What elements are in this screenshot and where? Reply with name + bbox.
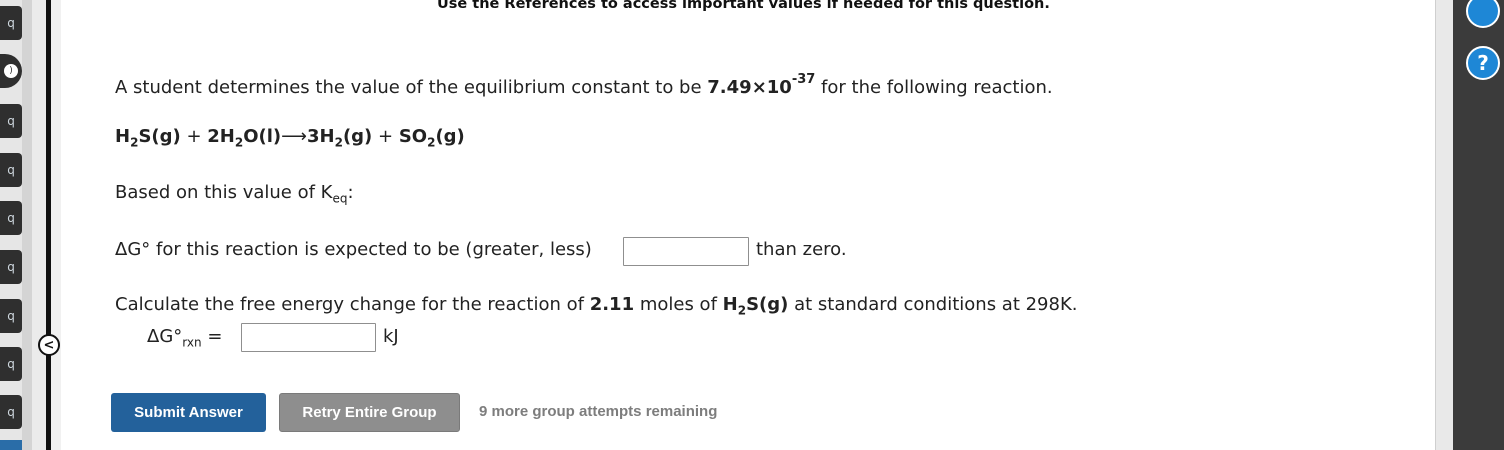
dg-rxn-input[interactable]	[241, 323, 376, 352]
question-tab-label: q	[7, 114, 15, 128]
dg-label: ΔG°	[147, 326, 183, 347]
question-tab-4[interactable]: q	[0, 153, 22, 187]
panel-gutter	[51, 0, 61, 450]
question-tab-5[interactable]: q	[0, 201, 22, 235]
reactant-2: 2H	[207, 126, 235, 147]
keq-sub: eq	[332, 191, 348, 206]
keq-prefix: Based on this value of K	[115, 182, 333, 203]
plus-sign: +	[180, 126, 208, 147]
question-tab-label: q	[7, 211, 15, 225]
question-tab-3[interactable]: q	[0, 104, 22, 138]
intro-prefix: A student determines the value of the eq…	[115, 77, 708, 98]
calc-prompt: Calculate the free energy change for the…	[115, 294, 1077, 318]
reactant-2-rest: O(l)	[243, 126, 282, 147]
rail-shadow	[22, 0, 32, 450]
product-2-rest: (g)	[435, 126, 465, 147]
product-1-sub: 2	[334, 135, 343, 150]
reaction-equation: H2S(g) + 2H2O(l)⟶3H2(g) + SO2(g)	[115, 126, 465, 150]
reactant-1: H	[115, 126, 131, 147]
equals-sign: =	[201, 326, 223, 347]
intro-suffix: for the following reaction.	[815, 77, 1053, 98]
calc-species-base: H	[722, 294, 738, 315]
submit-answer-button[interactable]: Submit Answer	[111, 393, 266, 432]
question-panel	[61, 0, 1435, 450]
question-tab-9[interactable]: q	[0, 395, 22, 429]
calc-mid: moles of	[634, 294, 723, 315]
calc-species-rest: S(g)	[746, 294, 789, 315]
question-tab-label: q	[7, 309, 15, 323]
help-glyph: ?	[1477, 51, 1489, 75]
attempts-remaining: 9 more group attempts remaining	[479, 403, 718, 420]
reaction-arrow: ⟶	[281, 126, 307, 147]
dg-label-sub: rxn	[182, 335, 202, 350]
k-mantissa: 7.49×10	[707, 77, 792, 98]
question-tab-label: )	[4, 64, 18, 78]
calc-moles: 2.11	[589, 294, 635, 315]
chevron-left-icon: <	[43, 337, 55, 353]
question-tab-label: q	[7, 357, 15, 371]
collapse-sidebar-button[interactable]: <	[38, 334, 60, 356]
help-icon[interactable]: ?	[1466, 46, 1500, 80]
reactant-1-rest: S(g)	[138, 126, 181, 147]
dg-sign-input[interactable]	[623, 237, 749, 266]
question-intro: A student determines the value of the eq…	[115, 72, 1053, 98]
plus-sign: +	[372, 126, 399, 147]
calc-species-sub: 2	[737, 303, 747, 318]
question-tab-label: q	[7, 163, 15, 177]
question-tab-label: q	[7, 260, 15, 274]
references-note: Use the References to access important v…	[437, 0, 1050, 12]
active-tab-indicator	[0, 440, 22, 450]
dg-sign-suffix: than zero.	[756, 239, 847, 260]
k-value: 7.49×10-37	[707, 72, 815, 98]
reactant-2-sub: 2	[234, 135, 244, 150]
question-tab-6[interactable]: q	[0, 250, 22, 284]
product-1-rest: (g)	[342, 126, 373, 147]
dg-rxn-label: ΔG°rxn =	[147, 326, 222, 350]
product-2: SO	[398, 126, 428, 147]
panel-scroll-edge	[1435, 0, 1453, 450]
question-tab-1[interactable]: q	[0, 6, 22, 40]
keq-suffix: :	[347, 182, 354, 203]
k-exponent: -37	[791, 72, 816, 87]
keq-prompt: Based on this value of Keq:	[115, 182, 354, 206]
dg-unit: kJ	[383, 326, 399, 347]
question-tab-label: q	[7, 405, 15, 419]
calc-prefix: Calculate the free energy change for the…	[115, 294, 590, 315]
retry-group-button[interactable]: Retry Entire Group	[279, 393, 460, 432]
question-tab-7[interactable]: q	[0, 299, 22, 333]
dg-sign-prompt: ΔG° for this reaction is expected to be …	[115, 239, 592, 260]
question-tab-label: q	[7, 16, 15, 30]
product-1: 3H	[306, 126, 335, 147]
question-tab-8[interactable]: q	[0, 347, 22, 381]
calc-suffix: at standard conditions at 298K.	[788, 294, 1078, 315]
calc-species: H2S(g)	[722, 294, 789, 318]
